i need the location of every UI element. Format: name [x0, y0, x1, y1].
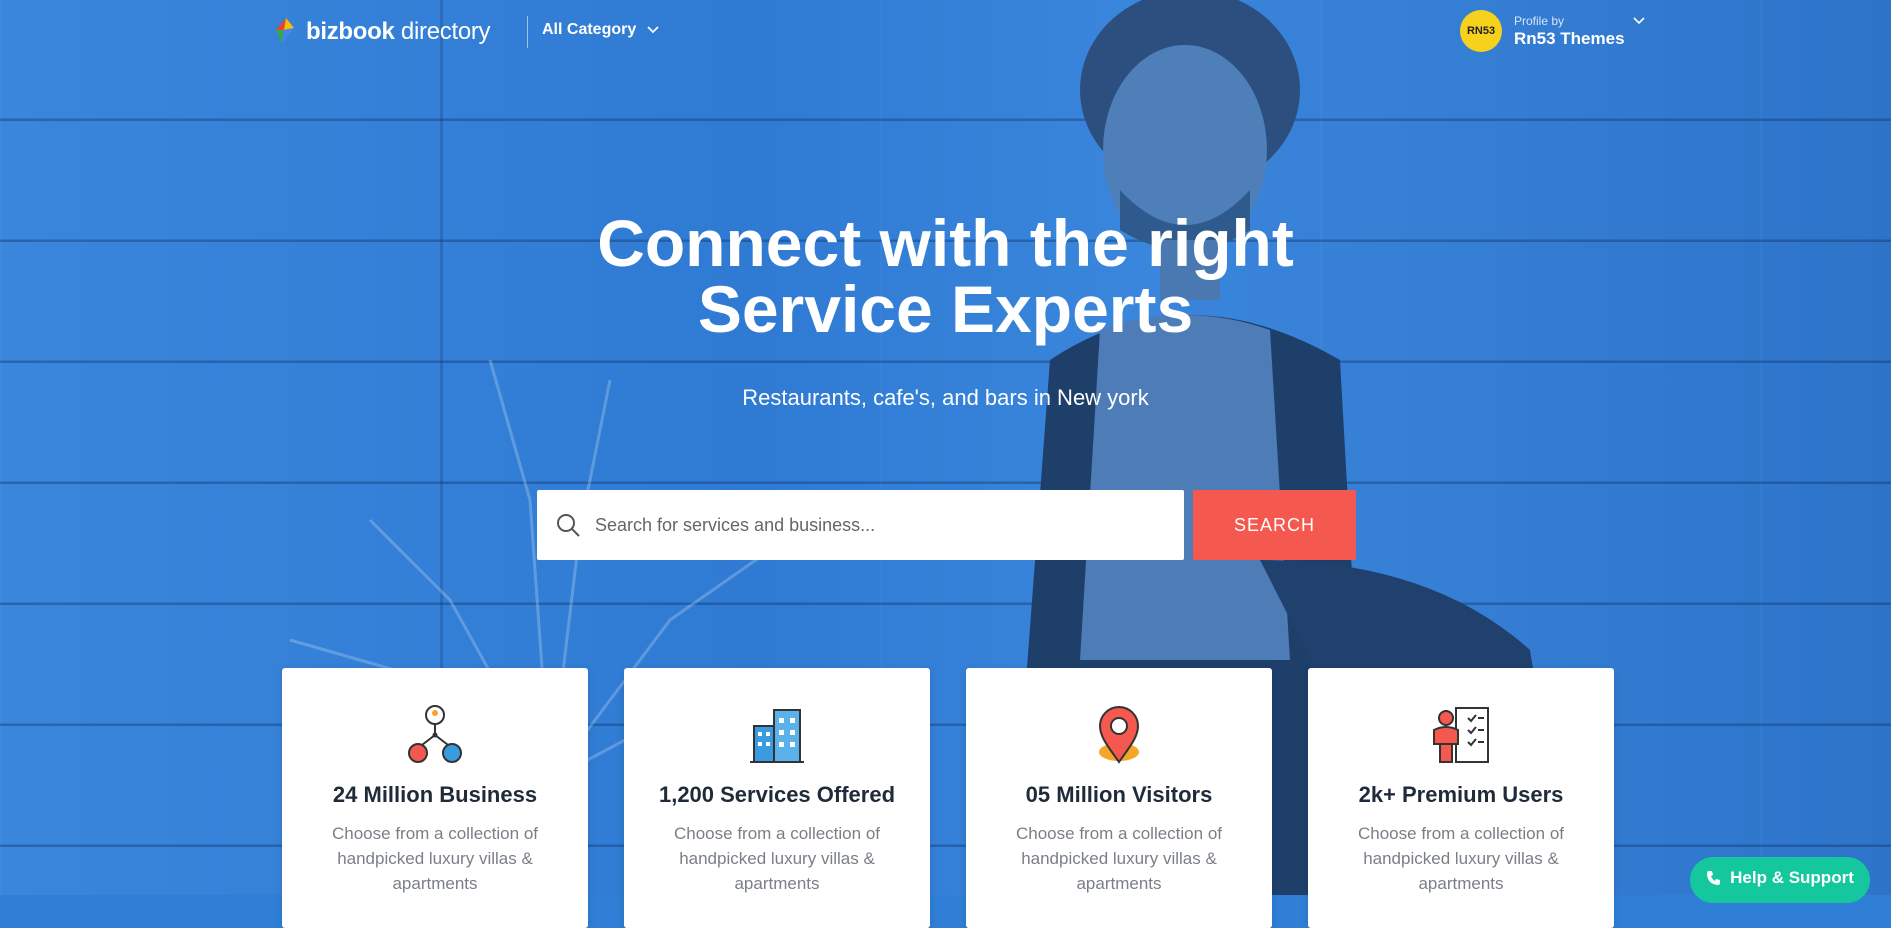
category-label: All Category [542, 21, 637, 38]
card-description: Choose from a collection of handpicked l… [1358, 824, 1564, 893]
card-description: Choose from a collection of handpicked l… [674, 824, 880, 893]
hero-subheadline: Restaurants, cafe's, and bars in New yor… [742, 385, 1149, 410]
card-description: Choose from a collection of handpicked l… [1016, 824, 1222, 893]
stat-card: 24 Million Business Choose from a collec… [282, 668, 588, 928]
card-title: 05 Million Visitors [1025, 782, 1213, 807]
search-icon [557, 514, 580, 537]
card-description: Choose from a collection of handpicked l… [332, 824, 538, 893]
hero-headline: Connect with the right Service Experts [0, 210, 1891, 342]
profile-text: Profile by Rn53 Themes [1514, 14, 1625, 49]
logo-text: bizbook directory [306, 18, 491, 45]
search-button[interactable]: SEARCH [1193, 490, 1356, 560]
profile-menu[interactable]: RN53 Profile by Rn53 Themes [1460, 10, 1645, 52]
brand-logo[interactable]: bizbook directory [272, 16, 491, 48]
stats-cards: 24 Million Business Choose from a collec… [282, 668, 1614, 928]
stat-card: 2k+ Premium Users Choose from a collecti… [1308, 668, 1614, 928]
network-users-icon [408, 705, 462, 763]
chevron-down-icon [647, 26, 659, 34]
all-category-dropdown[interactable]: All Category [542, 21, 660, 39]
logo-mark-icon [276, 18, 294, 44]
chevron-down-icon [1633, 17, 1645, 25]
profile-name: Rn53 Themes [1514, 28, 1625, 48]
buildings-icon [750, 709, 804, 763]
stat-card: 1,200 Services Offered Choose from a col… [624, 668, 930, 928]
header-divider [527, 16, 528, 48]
phone-icon [1707, 870, 1721, 885]
profile-sub-label: Profile by [1514, 13, 1565, 28]
map-pin-icon [1098, 706, 1140, 764]
avatar: RN53 [1460, 10, 1502, 52]
help-support-button[interactable]: Help & Support [1690, 857, 1870, 903]
search-input[interactable] [593, 513, 1157, 537]
headline-line-2: Service Experts [697, 272, 1194, 346]
stat-card: 05 Million Visitors Choose from a collec… [966, 668, 1272, 928]
card-title: 2k+ Premium Users [1358, 782, 1564, 807]
card-title: 1,200 Services Offered [658, 782, 896, 807]
headline-line-1: Connect with the right [597, 206, 1294, 280]
site-header: bizbook directory All Category RN53 Prof… [0, 0, 1891, 64]
card-title: 24 Million Business [332, 782, 538, 807]
checklist-user-icon [1433, 707, 1489, 763]
search-box [537, 490, 1184, 560]
help-support-label: Help & Support [1730, 867, 1854, 887]
